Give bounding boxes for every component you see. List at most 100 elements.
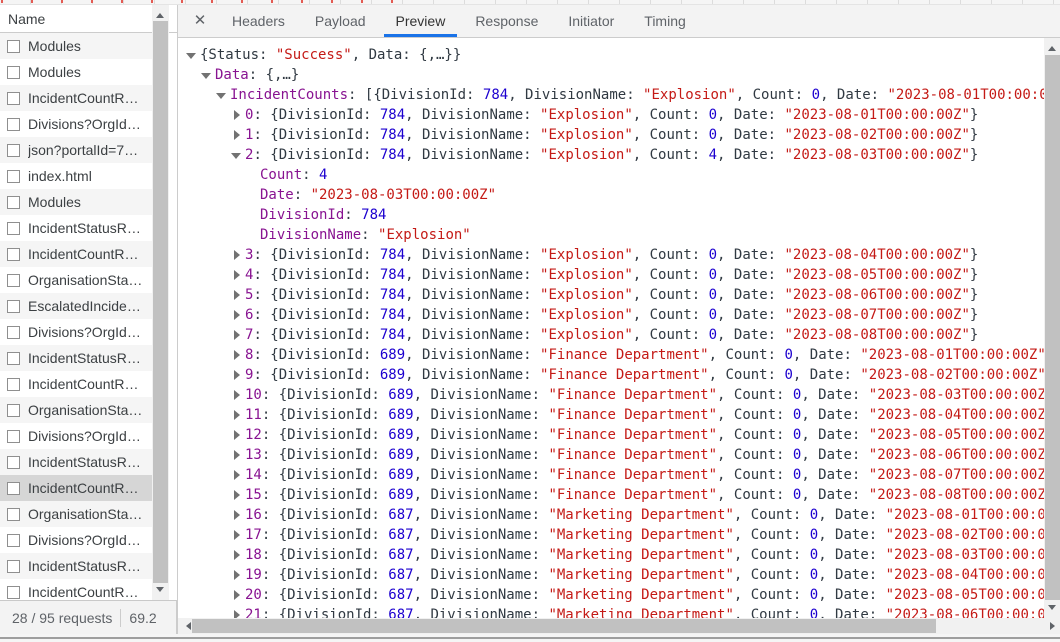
json-tree-row[interactable]: 10: {DivisionId: 689, DivisionName: "Fin… (178, 385, 1044, 405)
json-tree-row[interactable]: 21: {DivisionId: 687, DivisionName: "Mar… (178, 605, 1044, 618)
network-request-row[interactable]: IncidentCountR… (0, 475, 152, 501)
network-request-row[interactable]: OrganisationSta… (0, 267, 152, 293)
disclosure-triangle-icon[interactable] (201, 65, 215, 85)
network-request-row[interactable]: json?portalId=7… (0, 137, 152, 163)
json-tree-row[interactable]: Count: 4 (178, 165, 1044, 185)
network-request-row[interactable]: EscalatedIncide… (0, 293, 152, 319)
network-request-row[interactable]: OrganisationSta… (0, 397, 152, 423)
json-number-value: 0 (709, 127, 717, 143)
scroll-right-icon[interactable] (1050, 622, 1059, 630)
network-request-row[interactable]: Divisions?OrgId… (0, 319, 152, 345)
disclosure-triangle-icon[interactable] (231, 465, 245, 485)
tab-headers[interactable]: Headers (220, 5, 297, 37)
network-request-row[interactable]: IncidentCountR… (0, 85, 152, 111)
scroll-down-icon[interactable] (156, 587, 164, 596)
preview-vertical-scrollbar[interactable] (1044, 38, 1060, 618)
disclosure-triangle-icon[interactable] (186, 45, 200, 65)
disclosure-triangle-icon[interactable] (231, 245, 245, 265)
json-tree-row[interactable]: {Status: "Success", Data: {,…}} (178, 45, 1044, 65)
disclosure-triangle-icon[interactable] (231, 265, 245, 285)
sidebar-scrollbar-thumb[interactable] (153, 21, 168, 583)
disclosure-triangle-icon[interactable] (231, 525, 245, 545)
network-request-row[interactable]: IncidentCountR… (0, 241, 152, 267)
tab-initiator[interactable]: Initiator (556, 5, 626, 37)
disclosure-triangle-icon[interactable] (231, 345, 245, 365)
network-request-row[interactable]: IncidentStatusR… (0, 553, 152, 579)
close-icon[interactable]: ✕ (186, 5, 214, 37)
json-tree-row[interactable]: 14: {DivisionId: 689, DivisionName: "Fin… (178, 465, 1044, 485)
network-request-row[interactable]: IncidentStatusR… (0, 345, 152, 371)
disclosure-triangle-icon[interactable] (231, 125, 245, 145)
disclosure-triangle-icon[interactable] (231, 145, 245, 165)
disclosure-triangle-icon[interactable] (231, 405, 245, 425)
json-tree-row[interactable]: 12: {DivisionId: 689, DivisionName: "Fin… (178, 425, 1044, 445)
scroll-down-icon[interactable] (1048, 605, 1056, 614)
json-tree-row[interactable]: DivisionName: "Explosion" (178, 225, 1044, 245)
disclosure-triangle-icon[interactable] (231, 325, 245, 345)
tab-payload[interactable]: Payload (303, 5, 378, 37)
json-tree-row[interactable]: 19: {DivisionId: 687, DivisionName: "Mar… (178, 565, 1044, 585)
preview-hscrollbar-thumb[interactable] (192, 619, 936, 633)
disclosure-triangle-icon[interactable] (231, 305, 245, 325)
json-tree-row[interactable]: 16: {DivisionId: 687, DivisionName: "Mar… (178, 505, 1044, 525)
json-tree-row[interactable]: 3: {DivisionId: 784, DivisionName: "Expl… (178, 245, 1044, 265)
preview-scrollbar-thumb[interactable] (1045, 55, 1060, 600)
scroll-up-icon[interactable] (156, 9, 164, 18)
disclosure-triangle-icon[interactable] (231, 545, 245, 565)
json-tree-row[interactable]: DivisionId: 784 (178, 205, 1044, 225)
network-request-row[interactable]: Divisions?OrgId… (0, 527, 152, 553)
tab-response[interactable]: Response (463, 5, 550, 37)
disclosure-triangle-icon[interactable] (231, 605, 245, 618)
json-tree-row[interactable]: Data: {,…} (178, 65, 1044, 85)
network-request-row[interactable]: index.html (0, 163, 152, 189)
name-column-header[interactable]: Name (0, 5, 177, 33)
network-request-row[interactable]: Divisions?OrgId… (0, 111, 152, 137)
json-tree-row[interactable]: 4: {DivisionId: 784, DivisionName: "Expl… (178, 265, 1044, 285)
json-tree-row[interactable]: 15: {DivisionId: 689, DivisionName: "Fin… (178, 485, 1044, 505)
disclosure-triangle-icon[interactable] (231, 505, 245, 525)
sidebar-scrollbar[interactable] (152, 5, 169, 600)
json-tree-row[interactable]: 11: {DivisionId: 689, DivisionName: "Fin… (178, 405, 1044, 425)
scroll-left-icon[interactable] (182, 622, 191, 630)
json-tree-row[interactable]: 13: {DivisionId: 689, DivisionName: "Fin… (178, 445, 1044, 465)
network-request-row[interactable]: OrganisationSta… (0, 501, 152, 527)
disclosure-triangle-icon[interactable] (231, 365, 245, 385)
disclosure-triangle-icon[interactable] (231, 585, 245, 605)
json-tree-row[interactable]: 18: {DivisionId: 687, DivisionName: "Mar… (178, 545, 1044, 565)
json-tree-row[interactable]: IncidentCounts: [{DivisionId: 784, Divis… (178, 85, 1044, 105)
tab-timing[interactable]: Timing (632, 5, 698, 37)
network-request-row[interactable]: IncidentCountR… (0, 371, 152, 397)
disclosure-triangle-icon[interactable] (231, 425, 245, 445)
disclosure-triangle-icon[interactable] (231, 285, 245, 305)
json-tree-row[interactable]: 1: {DivisionId: 784, DivisionName: "Expl… (178, 125, 1044, 145)
json-tree-row[interactable]: 17: {DivisionId: 687, DivisionName: "Mar… (178, 525, 1044, 545)
tab-preview[interactable]: Preview (384, 5, 458, 37)
network-request-row[interactable]: Modules (0, 59, 152, 85)
network-request-row[interactable]: Divisions?OrgId… (0, 423, 152, 449)
json-tree-row[interactable]: 6: {DivisionId: 784, DivisionName: "Expl… (178, 305, 1044, 325)
disclosure-triangle-icon[interactable] (216, 85, 230, 105)
json-tree-row[interactable]: 20: {DivisionId: 687, DivisionName: "Mar… (178, 585, 1044, 605)
json-tree-row[interactable]: 8: {DivisionId: 689, DivisionName: "Fina… (178, 345, 1044, 365)
disclosure-triangle-icon[interactable] (231, 445, 245, 465)
disclosure-triangle-icon[interactable] (231, 105, 245, 125)
json-punctuation: : (253, 247, 270, 263)
network-request-row[interactable]: Modules (0, 189, 152, 215)
json-tree-row[interactable]: 0: {DivisionId: 784, DivisionName: "Expl… (178, 105, 1044, 125)
scroll-up-icon[interactable] (1048, 42, 1056, 51)
network-request-row[interactable]: IncidentStatusR… (0, 449, 152, 475)
disclosure-triangle-icon[interactable] (231, 565, 245, 585)
network-request-row[interactable]: IncidentStatusR… (0, 215, 152, 241)
json-tree-row[interactable]: 7: {DivisionId: 784, DivisionName: "Expl… (178, 325, 1044, 345)
network-request-row[interactable]: Modules (0, 33, 152, 59)
disclosure-triangle-icon[interactable] (231, 385, 245, 405)
json-tree-row[interactable]: Date: "2023-08-03T00:00:00Z" (178, 185, 1044, 205)
json-tree-row[interactable]: 2: {DivisionId: 784, DivisionName: "Expl… (178, 145, 1044, 165)
disclosure-triangle-icon[interactable] (231, 485, 245, 505)
network-request-row[interactable]: IncidentCountR… (0, 579, 152, 600)
preview-horizontal-scrollbar[interactable] (178, 618, 1060, 634)
json-tree-row[interactable]: 9: {DivisionId: 689, DivisionName: "Fina… (178, 365, 1044, 385)
json-punctuation: {DivisionId: (270, 247, 380, 263)
json-tree-row[interactable]: 5: {DivisionId: 784, DivisionName: "Expl… (178, 285, 1044, 305)
arrow-spacer (246, 185, 260, 205)
